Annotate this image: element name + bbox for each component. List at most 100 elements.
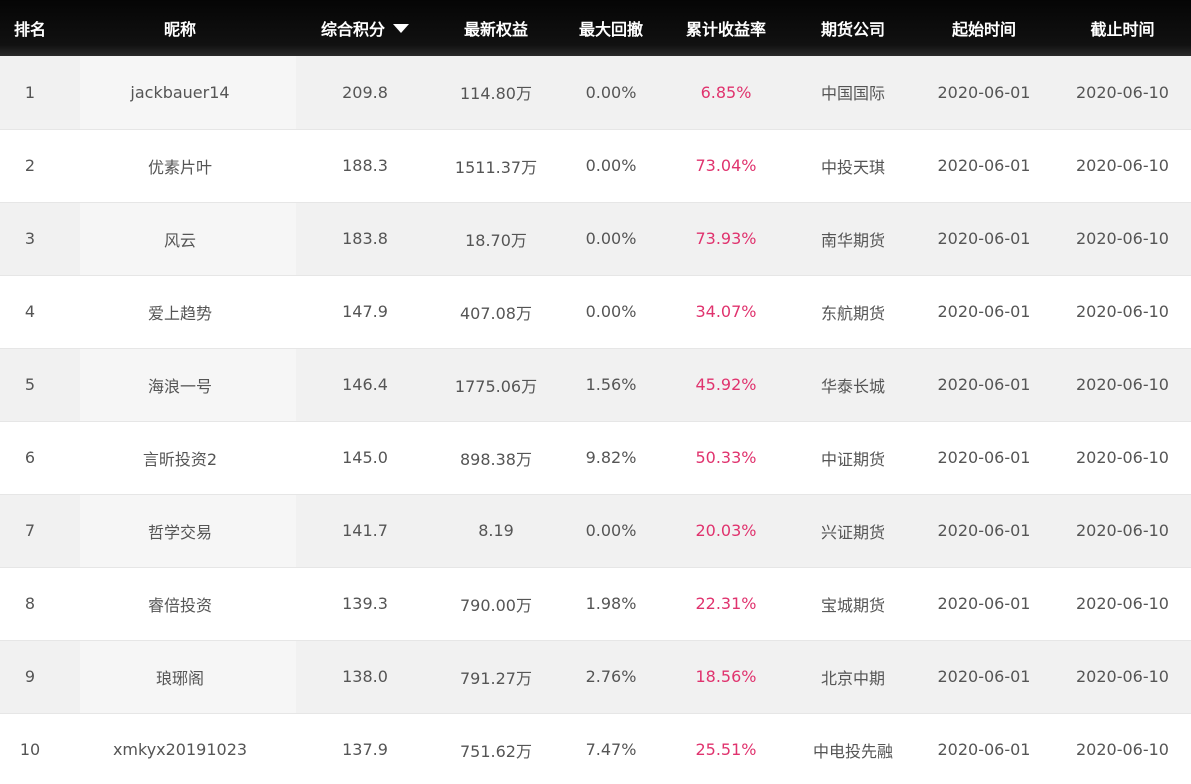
cell-nickname: 爱上趋势 — [60, 275, 300, 348]
cell-start-date: 2020-06-01 — [937, 375, 1031, 394]
cell-cumulative-return: 73.93% — [695, 229, 757, 248]
cell-equity: 790.00万 — [460, 595, 532, 615]
table-row: 4 爱上趋势 147.9 407.08万 0.00% 34.07% 东航期货 2020-06-… — [0, 275, 1191, 348]
cell-cumulative-return: 25.51% — [695, 740, 757, 759]
cell-nickname: xmkyx20191023 — [60, 713, 300, 784]
table-row: 7 哲学交易 141.7 8.19 0.00% 20.03% 兴证期货 2020-06-01 2… — [0, 494, 1191, 567]
cell-start-date: 2020-06-01 — [937, 667, 1031, 686]
cell-futures-firm: 中电投先融 — [812, 741, 893, 761]
header-score-sort[interactable]: 综合积分 — [300, 0, 430, 56]
cell-nickname: jackbauer14 — [60, 56, 300, 129]
cell-start-date: 2020-06-01 — [937, 302, 1031, 321]
cell-score: 138.0 — [342, 667, 388, 686]
cell-equity: 114.80万 — [460, 84, 532, 104]
table-row: 6 言昕投资2 145.0 898.38万 9.82% 50.33% 中证期货 2020-06… — [0, 421, 1191, 494]
cell-score: 209.8 — [342, 82, 388, 102]
cell-end-date: 2020-06-10 — [1076, 594, 1169, 613]
cell-end-date: 2020-06-10 — [1076, 521, 1169, 540]
cell-end-date: 2020-06-10 — [1076, 302, 1169, 321]
cell-score: 183.8 — [342, 229, 388, 248]
cell-rank: 6 — [24, 448, 36, 467]
cell-max-drawdown: 9.82% — [585, 448, 637, 467]
cell-cumulative-return: 50.33% — [695, 448, 757, 467]
header-futures-firm: 期货公司 — [820, 20, 885, 39]
cell-nickname: 海浪一号 — [60, 348, 300, 421]
cell-end-date: 2020-06-10 — [1076, 156, 1169, 175]
table-row: 10 xmkyx20191023 137.9 751.62万 7.47% 25.51% 中电… — [0, 713, 1191, 784]
header-start-date: 起始时间 — [951, 20, 1016, 39]
table-row: 8 睿倍投资 139.3 790.00万 1.98% 22.31% 宝城期货 2020-06-… — [0, 567, 1191, 640]
cell-nickname: 优素片叶 — [60, 129, 300, 202]
cell-start-date: 2020-06-01 — [937, 82, 1031, 102]
cell-cumulative-return: 18.56% — [695, 667, 757, 686]
table-row: 3 风云 183.8 18.70万 0.00% 73.93% 南华期货 2020-06-01 2… — [0, 202, 1191, 275]
cell-equity: 8.19 — [478, 521, 514, 540]
header-nickname: 昵称 — [163, 20, 196, 39]
table-row: 5 海浪一号 146.4 1775.06万 1.56% 45.92% 华泰长城 2020-06… — [0, 348, 1191, 421]
table-row: 9 琅琊阁 138.0 791.27万 2.76% 18.56% 北京中期 2020-06-0… — [0, 640, 1191, 713]
cell-futures-firm: 宝城期货 — [820, 595, 885, 615]
cell-end-date: 2020-06-10 — [1076, 82, 1169, 102]
cell-futures-firm: 中投天琪 — [820, 157, 885, 177]
cell-equity: 898.38万 — [460, 449, 532, 469]
cell-cumulative-return: 6.85% — [700, 82, 752, 102]
ranking-table: 排名 昵称 综合积分 最新权益 最大回撤 累计收益率 期货公司 起始时间 截止时… — [0, 0, 1191, 784]
cell-end-date: 2020-06-10 — [1076, 667, 1169, 686]
cell-max-drawdown: 2.76% — [585, 667, 637, 686]
cell-futures-firm: 华泰长城 — [820, 376, 885, 396]
header-score-label: 综合积分 — [320, 20, 385, 39]
cell-futures-firm: 中证期货 — [820, 449, 885, 469]
cell-cumulative-return: 34.07% — [695, 302, 757, 321]
cell-score: 145.0 — [342, 448, 388, 467]
cell-equity: 1511.37万 — [454, 157, 538, 177]
cell-equity: 751.62万 — [460, 741, 532, 761]
cell-cumulative-return: 73.04% — [695, 156, 757, 175]
cell-score: 141.7 — [342, 521, 388, 540]
header-end-date: 截止时间 — [1090, 20, 1155, 39]
cell-score: 147.9 — [342, 302, 388, 321]
cell-cumulative-return: 22.31% — [695, 594, 757, 613]
cell-score: 137.9 — [342, 740, 388, 759]
cell-rank: 5 — [24, 375, 36, 394]
cell-start-date: 2020-06-01 — [937, 521, 1031, 540]
cell-max-drawdown: 0.00% — [585, 82, 637, 102]
cell-nickname: 言昕投资2 — [60, 421, 300, 494]
table-body: 1 jackbauer14 209.8 114.80万 0.00% 6.85% 中国国际 20… — [0, 56, 1191, 784]
cell-cumulative-return: 20.03% — [695, 521, 757, 540]
cell-cumulative-return: 45.92% — [695, 375, 757, 394]
cell-start-date: 2020-06-01 — [937, 448, 1031, 467]
cell-rank: 4 — [24, 302, 36, 321]
cell-max-drawdown: 1.98% — [585, 594, 637, 613]
cell-equity: 1775.06万 — [454, 376, 538, 396]
ranking-board: 排名 昵称 综合积分 最新权益 最大回撤 累计收益率 期货公司 起始时间 截止时… — [0, 0, 1191, 784]
cell-nickname: 哲学交易 — [60, 494, 300, 567]
cell-equity: 407.08万 — [460, 303, 532, 323]
cell-score: 188.3 — [342, 156, 388, 175]
score-sort-control[interactable]: 综合积分 — [321, 16, 409, 40]
cell-end-date: 2020-06-10 — [1076, 448, 1169, 467]
cell-nickname: 睿倍投资 — [60, 567, 300, 640]
cell-rank: 10 — [19, 740, 41, 759]
cell-max-drawdown: 0.00% — [585, 156, 637, 175]
cell-end-date: 2020-06-10 — [1076, 740, 1169, 759]
cell-score: 146.4 — [342, 375, 388, 394]
header-equity: 最新权益 — [463, 20, 528, 39]
cell-start-date: 2020-06-01 — [937, 156, 1031, 175]
table-header: 排名 昵称 综合积分 最新权益 最大回撤 累计收益率 期货公司 起始时间 截止时… — [0, 0, 1191, 56]
cell-score: 139.3 — [342, 594, 388, 613]
cell-max-drawdown: 0.00% — [585, 229, 637, 248]
cell-rank: 1 — [24, 82, 36, 102]
cell-futures-firm: 南华期货 — [820, 230, 885, 250]
table-row: 2 优素片叶 188.3 1511.37万 0.00% 73.04% 中投天琪 2020-06… — [0, 129, 1191, 202]
cell-start-date: 2020-06-01 — [937, 229, 1031, 248]
cell-max-drawdown: 0.00% — [585, 302, 637, 321]
cell-start-date: 2020-06-01 — [937, 594, 1031, 613]
cell-equity: 791.27万 — [460, 668, 532, 688]
cell-equity: 18.70万 — [465, 230, 527, 250]
cell-rank: 8 — [24, 594, 36, 613]
cell-nickname: 风云 — [60, 202, 300, 275]
header-rank: 排名 — [13, 20, 46, 39]
cell-rank: 7 — [24, 521, 36, 540]
header-row: 排名 昵称 综合积分 最新权益 最大回撤 累计收益率 期货公司 起始时间 截止时… — [0, 0, 1191, 56]
cell-rank: 3 — [24, 229, 36, 248]
